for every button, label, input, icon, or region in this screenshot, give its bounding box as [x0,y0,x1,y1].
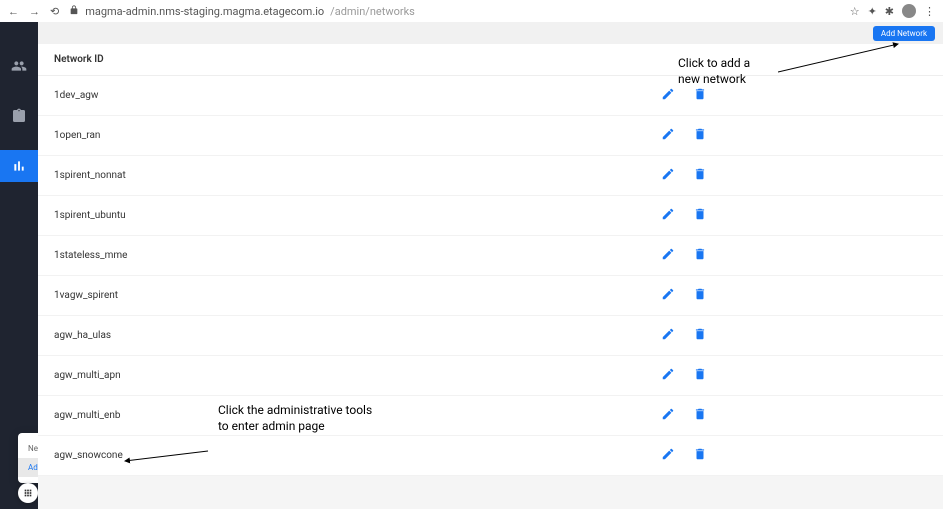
add-network-button[interactable]: Add Network [873,26,935,41]
reload-icon[interactable]: ⟲ [50,5,59,18]
sidebar-item-users[interactable] [0,50,38,82]
network-id-cell: agw_snowcone [54,450,661,461]
edit-button[interactable] [661,446,675,465]
table-row: 1dev_agw [38,76,943,116]
table-row: agw_multi_apn [38,356,943,396]
delete-button[interactable] [693,86,707,105]
trash-icon [693,367,707,381]
extension-icon[interactable]: ✦ [868,5,877,18]
pencil-icon [661,207,675,221]
table-row: 1spirent_ubuntu [38,196,943,236]
users-icon [11,58,27,74]
edit-button[interactable] [661,326,675,345]
network-id-cell: 1spirent_nonnat [54,170,661,181]
trash-icon [693,447,707,461]
network-id-cell: 1vagw_spirent [54,290,661,301]
pencil-icon [661,127,675,141]
edit-button[interactable] [661,86,675,105]
table-row: 1stateless_mme [38,236,943,276]
pencil-icon [661,87,675,101]
trash-icon [693,87,707,101]
networks-table: Network ID 1dev_agw 1open_ran 1spirent_non… [38,44,943,476]
delete-button[interactable] [693,326,707,345]
network-id-cell: 1spirent_ubuntu [54,210,661,221]
bar-chart-icon [11,158,27,174]
edit-button[interactable] [661,406,675,425]
trash-icon [693,127,707,141]
edit-button[interactable] [661,286,675,305]
delete-button[interactable] [693,366,707,385]
delete-button[interactable] [693,286,707,305]
trash-icon [693,247,707,261]
lock-icon [69,5,79,18]
delete-button[interactable] [693,406,707,425]
table-row: agw_multi_enb [38,396,943,436]
trash-icon [693,407,707,421]
delete-button[interactable] [693,446,707,465]
network-id-cell: 1dev_agw [54,90,661,101]
clipboard-icon [11,108,27,124]
edit-button[interactable] [661,206,675,225]
back-icon[interactable]: ← [8,5,19,18]
star-icon[interactable]: ☆ [850,5,860,18]
topbar: Add Network [38,22,943,44]
avatar[interactable] [902,4,916,18]
edit-button[interactable] [661,126,675,145]
pencil-icon [661,287,675,301]
apps-icon [23,488,33,498]
trash-icon [693,287,707,301]
trash-icon [693,327,707,341]
delete-button[interactable] [693,126,707,145]
edit-button[interactable] [661,246,675,265]
delete-button[interactable] [693,166,707,185]
pencil-icon [661,367,675,381]
menu-icon[interactable]: ⋮ [924,5,935,18]
table-header-network-id: Network ID [38,44,943,76]
pencil-icon [661,327,675,341]
browser-address-bar: ← → ⟲ magma-admin.nms-staging.magma.etag… [0,0,943,22]
sidebar-item-metrics[interactable] [0,150,38,182]
forward-icon[interactable]: → [29,5,40,18]
main-content: Add Network Network ID 1dev_agw 1open_ran… [38,22,943,509]
pencil-icon [661,247,675,261]
sidebar-item-audit[interactable] [0,100,38,132]
network-id-cell: agw_ha_ulas [54,330,661,341]
trash-icon [693,167,707,181]
edit-button[interactable] [661,366,675,385]
network-id-cell: agw_multi_enb [54,410,661,421]
pencil-icon [661,407,675,421]
apps-fab-button[interactable] [18,483,38,503]
network-id-cell: 1open_ran [54,130,661,141]
pencil-icon [661,167,675,181]
network-id-cell: agw_multi_apn [54,370,661,381]
table-row: 1open_ran [38,116,943,156]
puzzle-icon[interactable]: ✱ [885,5,894,18]
trash-icon [693,207,707,221]
url-path: /admin/networks [330,5,415,18]
delete-button[interactable] [693,206,707,225]
url-host: magma-admin.nms-staging.magma.etagecom.i… [85,5,324,18]
table-row: 1vagw_spirent [38,276,943,316]
network-id-cell: 1stateless_mme [54,250,661,261]
table-row: 1spirent_nonnat [38,156,943,196]
table-row: agw_snowcone [38,436,943,476]
table-row: agw_ha_ulas [38,316,943,356]
delete-button[interactable] [693,246,707,265]
edit-button[interactable] [661,166,675,185]
pencil-icon [661,447,675,461]
